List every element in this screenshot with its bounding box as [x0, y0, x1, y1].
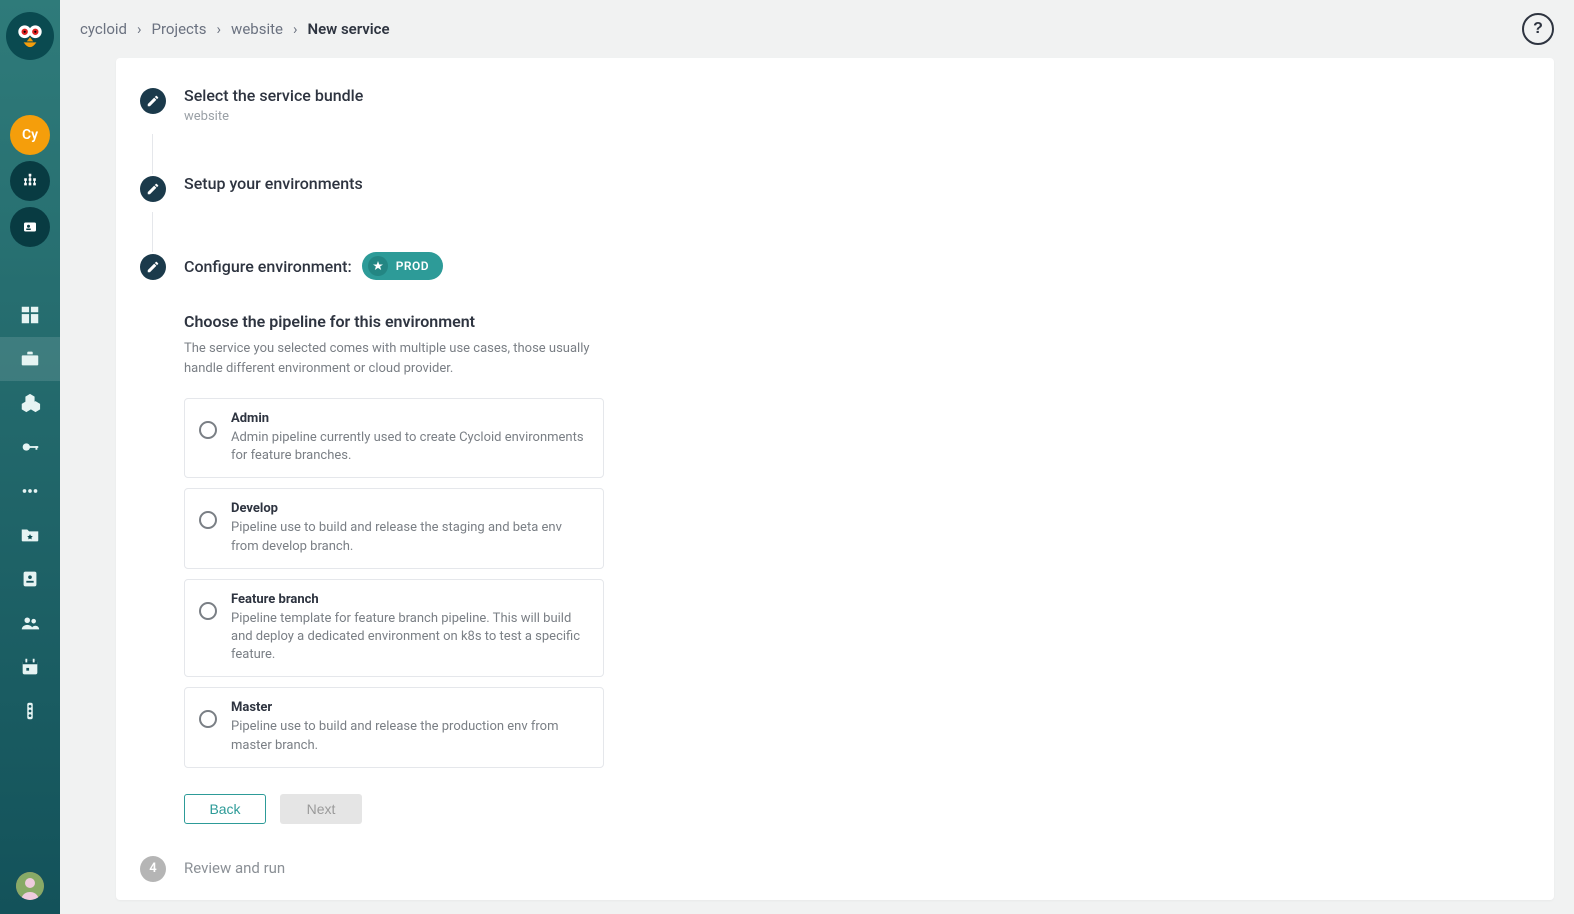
nav-favorites[interactable] [0, 513, 60, 557]
folder-star-icon [19, 524, 41, 546]
breadcrumbs: cycloid › Projects › website › New servi… [80, 20, 390, 38]
nav-stacks[interactable] [0, 381, 60, 425]
nav-projects[interactable] [0, 337, 60, 381]
edit-icon [140, 88, 166, 114]
button-row: Back Next [184, 794, 604, 824]
radio-feature-branch[interactable] [199, 602, 217, 620]
option-feature-branch[interactable]: Feature branch Pipeline template for fea… [184, 579, 604, 678]
org-badge[interactable]: Cy [10, 115, 50, 155]
breadcrumb-current: New service [307, 20, 389, 38]
option-admin[interactable]: Admin Admin pipeline currently used to c… [184, 398, 604, 478]
app-logo[interactable] [6, 12, 54, 60]
option-feature-branch-desc: Pipeline template for feature branch pip… [231, 610, 589, 665]
step-2-title: Setup your environments [184, 174, 1526, 193]
nav-inventory[interactable] [0, 557, 60, 601]
cubes-icon [19, 392, 41, 414]
step-1[interactable]: Select the service bundle website [140, 86, 1526, 134]
breadcrumb-project[interactable]: website [231, 20, 283, 38]
dots-icon [19, 480, 41, 502]
step-connector [152, 212, 153, 252]
option-master-desc: Pipeline use to build and release the pr… [231, 718, 589, 754]
nav-members[interactable] [0, 601, 60, 645]
nav-credentials[interactable] [0, 425, 60, 469]
step-connector [152, 134, 153, 174]
nav-id-card[interactable] [10, 207, 50, 247]
option-admin-title: Admin [231, 411, 589, 426]
id-card-icon [21, 218, 39, 236]
traffic-light-icon [19, 700, 41, 722]
calendar-icon [19, 656, 41, 678]
wizard-card: Select the service bundle website Setup … [116, 58, 1554, 900]
nav-group [0, 293, 60, 733]
step-1-title: Select the service bundle [184, 86, 1526, 105]
chevron-right-icon: › [293, 20, 298, 38]
user-avatar[interactable] [16, 872, 44, 900]
content-title: Choose the pipeline for this environment [184, 312, 604, 331]
nav-pipelines[interactable] [0, 469, 60, 513]
next-button[interactable]: Next [280, 794, 362, 824]
edit-icon [140, 254, 166, 280]
sidebar: Cy [0, 0, 60, 914]
edit-icon [140, 176, 166, 202]
breadcrumb-projects[interactable]: Projects [152, 20, 207, 38]
radio-develop[interactable] [199, 511, 217, 529]
option-develop[interactable]: Develop Pipeline use to build and releas… [184, 488, 604, 568]
nav-dashboard[interactable] [0, 293, 60, 337]
option-admin-desc: Admin pipeline currently used to create … [231, 429, 589, 465]
sitemap-icon [21, 172, 39, 190]
env-chip-prod: PROD [362, 252, 443, 280]
back-button[interactable]: Back [184, 794, 266, 824]
owl-icon [13, 19, 47, 53]
step-4-number: 4 [140, 856, 166, 882]
briefcase-icon [19, 348, 41, 370]
env-chip-label: PROD [396, 259, 429, 273]
contact-icon [19, 568, 41, 590]
step-4-title: Review and run [184, 859, 285, 877]
nav-events[interactable] [0, 645, 60, 689]
option-feature-branch-title: Feature branch [231, 592, 589, 607]
breadcrumb-org[interactable]: cycloid [80, 20, 127, 38]
main: cycloid › Projects › website › New servi… [60, 0, 1574, 914]
step-3: Configure environment: PROD [140, 252, 1526, 290]
radio-admin[interactable] [199, 421, 217, 439]
step-1-sub: website [184, 109, 1526, 124]
star-icon [368, 256, 388, 276]
option-develop-desc: Pipeline use to build and release the st… [231, 519, 589, 555]
radio-master[interactable] [199, 710, 217, 728]
grid-icon [19, 304, 41, 326]
people-icon [19, 612, 41, 634]
option-develop-title: Develop [231, 501, 589, 516]
option-master[interactable]: Master Pipeline use to build and release… [184, 687, 604, 767]
topbar: cycloid › Projects › website › New servi… [60, 0, 1574, 58]
key-icon [19, 436, 41, 458]
step-2[interactable]: Setup your environments [140, 174, 1526, 212]
step-4: 4 Review and run [140, 854, 1526, 882]
step-3-content: Choose the pipeline for this environment… [184, 312, 604, 824]
chevron-right-icon: › [137, 20, 142, 38]
option-master-title: Master [231, 700, 589, 715]
help-button[interactable]: ? [1522, 13, 1554, 45]
nav-hierarchy[interactable] [10, 161, 50, 201]
step-3-title: Configure environment: [184, 257, 352, 276]
content-desc: The service you selected comes with mult… [184, 339, 604, 378]
avatar-icon [16, 872, 44, 900]
chevron-right-icon: › [217, 20, 222, 38]
nav-logs[interactable] [0, 689, 60, 733]
